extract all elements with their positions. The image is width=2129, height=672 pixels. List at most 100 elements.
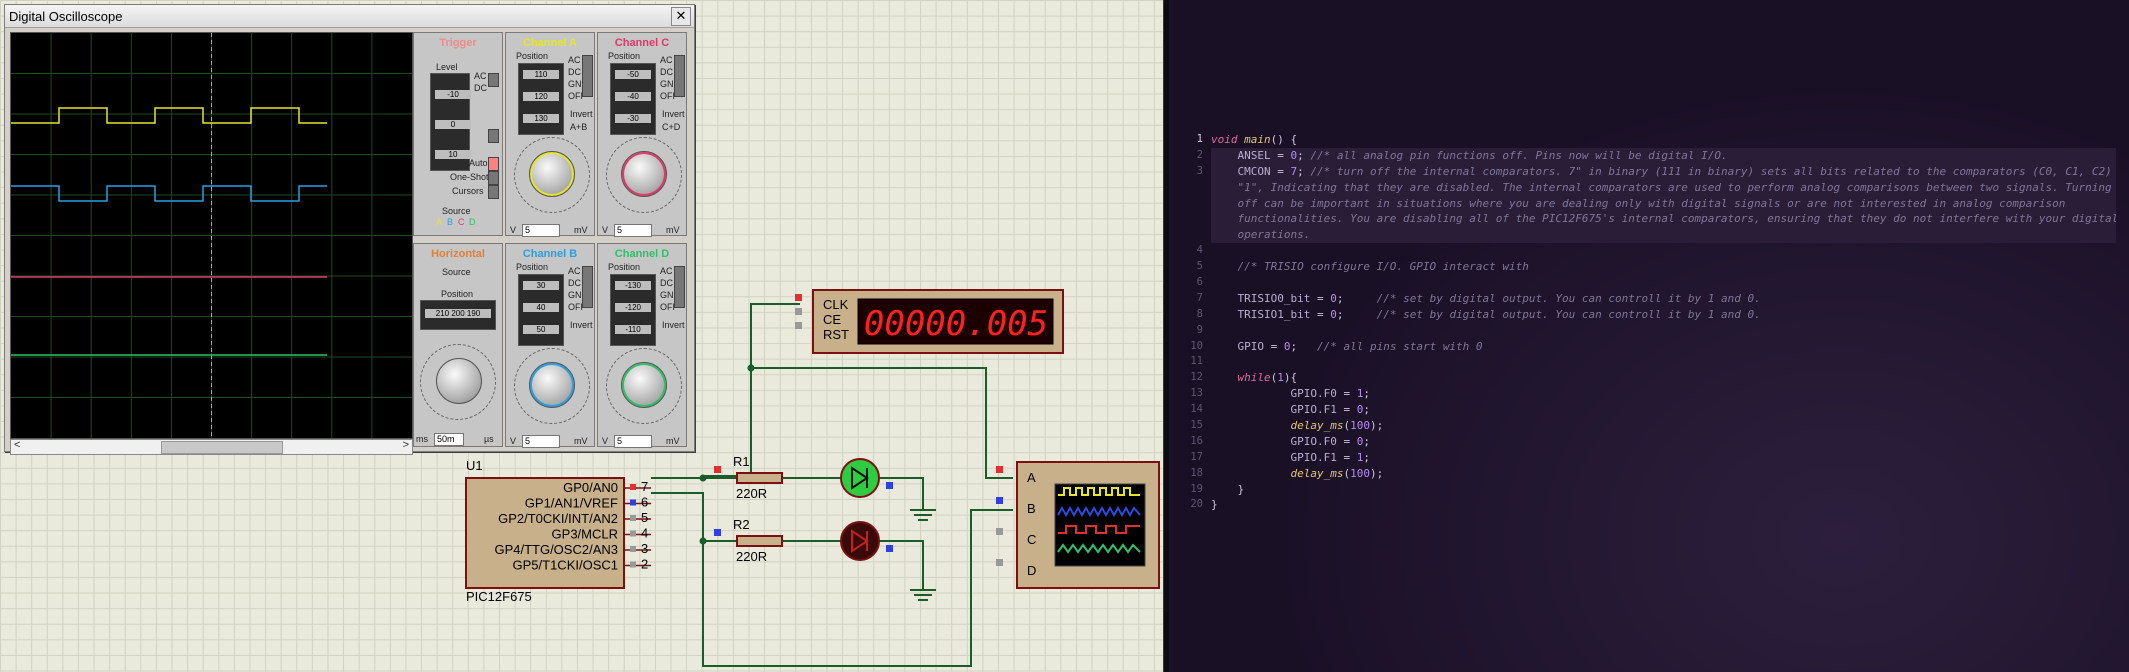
volts-knob[interactable] [621,151,667,197]
scope-input-d: D [1027,563,1036,578]
source-option-d[interactable]: D [469,217,476,227]
scope-scrollbar[interactable]: < > [10,439,413,455]
code-line[interactable]: while(1){ [1211,370,2116,386]
r1-value: 220R [736,486,767,501]
position-slider[interactable]: -50 -40 -30 [610,63,656,135]
code-line[interactable]: off can be important in situations where… [1211,195,2116,212]
volts-knob[interactable] [529,151,575,197]
code-line[interactable]: delay_ms(100); [1211,418,2116,434]
code-line[interactable]: } [1211,482,2116,498]
trigger-auto[interactable]: Auto [469,158,488,168]
scroll-left-arrow[interactable]: < [14,439,20,451]
scope-input-a: A [1027,470,1036,485]
position-slider[interactable]: 110 120 130 [518,63,564,135]
code-token: = [1277,164,1291,178]
osc-titlebar[interactable]: Digital Oscilloscope ✕ [5,5,694,28]
mcu-pin-number: 6 [641,495,648,510]
time-knob[interactable] [436,358,482,404]
code-line[interactable] [1211,354,2116,370]
mode-ac[interactable]: AC [660,266,673,276]
code-editor[interactable]: 1 2 3 4 5 6 7 8 9 10 11 12 13 14 15 16 17 18 19 20 void mai… [1169,0,2129,672]
level-slider[interactable]: -10 0 10 [430,73,471,171]
code-line[interactable] [1211,275,2116,291]
code-token: 0 [1330,291,1337,305]
volts-knob[interactable] [621,362,667,408]
trigger-dc[interactable]: DC [474,83,487,93]
code-line[interactable]: ANSEL = 0; //* all analog pin functions … [1211,147,2116,164]
code-line[interactable] [1211,323,2116,339]
position-slider[interactable]: 30 40 50 [518,274,564,346]
volts-field[interactable]: 5 [522,435,560,448]
volts-knob[interactable] [529,362,575,408]
scroll-right-arrow[interactable]: > [403,439,409,451]
source-option-b[interactable]: B [447,217,453,227]
mode-ac[interactable]: AC [660,55,673,65]
trigger-switch[interactable] [488,73,499,87]
invert-label[interactable]: Invert [570,320,593,330]
code-line[interactable]: //* TRISIO configure I/O. GPIO interact … [1211,259,2116,275]
line-number [1169,180,1207,196]
invert-label[interactable]: Invert [570,109,593,119]
invert-label[interactable]: Invert [662,109,685,119]
code-line[interactable]: operations. [1211,227,2116,244]
code-line[interactable]: TRISIO0_bit = 0; //* set by digital outp… [1211,291,2116,307]
position-slider[interactable]: -130 -120 -110 [610,274,656,346]
mcu-pin-name: GP1/AN1/VREF [525,496,618,511]
invert-label[interactable]: Invert [662,320,685,330]
mode-switch[interactable] [582,55,593,97]
mode-dc[interactable]: DC [660,67,673,77]
volts-field[interactable]: 5 [614,435,652,448]
code-line[interactable]: GPIO = 0; //* all pins start with 0 [1211,339,2116,355]
combine-label[interactable]: A+B [570,122,587,132]
mode-dc[interactable]: DC [568,67,581,77]
close-button[interactable]: ✕ [671,7,691,26]
panel-channel-b: Channel B Position 30 40 50 AC DC GND OFF Invert V… [505,243,595,448]
combine-label[interactable]: C+D [662,122,680,132]
code-line[interactable]: delay_ms(100); [1211,466,2116,482]
mode-switch[interactable] [674,266,685,308]
scope-trace [11,107,327,124]
mode-dc[interactable]: DC [568,278,581,288]
mcu-part: PIC12F675 [466,589,532,604]
one-shot-switch[interactable] [488,171,499,185]
code-line[interactable]: "1", Indicating that they are disabled. … [1211,179,2116,196]
edge-switch[interactable] [488,129,499,143]
mode-dc[interactable]: DC [660,278,673,288]
scroll-thumb[interactable] [161,441,283,454]
code-line[interactable]: functionalities. You are disabling all o… [1211,211,2116,228]
code-area[interactable]: void main() { ANSEL = 0; //* all analog … [1211,132,2116,513]
panel-channel-d: Channel D Position -130 -120 -110 AC DC GND OFF I… [597,243,687,448]
schematic-canvas[interactable]: U1 PIC12F675 GP0/AN0 7 GP1/AN1/VREF 6 GP2/T0… [0,0,1163,672]
code-line[interactable] [1211,243,2116,259]
code-line[interactable]: TRISIO1_bit = 0; //* set by digital outp… [1211,307,2116,323]
mode-switch[interactable] [674,55,685,97]
counter-display: 00000.005 [864,304,1048,344]
v-unit: V [510,436,517,446]
position-slider[interactable]: 210 200 190 [420,300,496,330]
code-line[interactable]: GPIO.F1 = 1; [1211,450,2116,466]
code-token: GPIO.F1 [1211,403,1344,417]
trigger-cursors[interactable]: Cursors [452,186,484,196]
source-option-a[interactable]: A [436,217,442,227]
code-line[interactable]: GPIO.F0 = 1; [1211,386,2116,402]
mode-switch[interactable] [582,266,593,308]
code-line[interactable]: CMCON = 7; //* turn off the internal com… [1211,163,2116,180]
mode-ac[interactable]: AC [568,266,581,276]
code-line[interactable]: } [1211,497,2116,513]
time-field[interactable]: 50m [434,433,464,446]
code-line[interactable]: void main() { [1211,132,2116,148]
volts-field[interactable]: 5 [614,224,652,237]
osc-title: Digital Oscilloscope [9,9,123,24]
volts-field[interactable]: 5 [522,224,560,237]
code-line[interactable]: GPIO.F0 = 0; [1211,434,2116,450]
trigger-ac[interactable]: AC [474,71,487,81]
code-line[interactable]: GPIO.F1 = 0; [1211,402,2116,418]
source-option-c[interactable]: C [458,217,465,227]
oscilloscope-window[interactable]: Digital Oscilloscope ✕ < > Trigger Level -… [4,4,695,455]
cursors-switch[interactable] [488,185,499,199]
position-value: 120 [523,92,559,101]
line-number: 1 [1196,133,1203,145]
auto-switch[interactable] [488,157,499,171]
mode-ac[interactable]: AC [568,55,581,65]
trigger-one-shot[interactable]: One-Shot [450,172,489,182]
